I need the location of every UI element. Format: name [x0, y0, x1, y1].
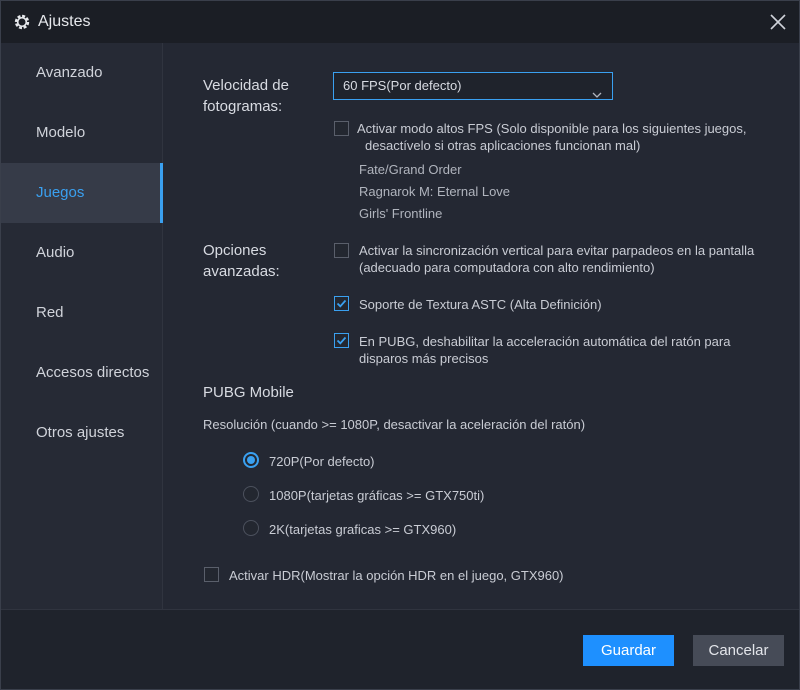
title-bar: Ajustes	[1, 1, 799, 43]
chevron-down-icon	[592, 82, 602, 98]
advanced-label-line2: avanzadas:	[203, 263, 280, 280]
astc-checkbox[interactable]	[334, 296, 349, 311]
radio-2k[interactable]	[243, 520, 259, 536]
sidebar: Avanzado Modelo Juegos Audio Red Accesos…	[1, 43, 163, 609]
sidebar-item-otros-ajustes[interactable]: Otros ajustes	[1, 403, 163, 463]
radio-720p-label: 720P(Por defecto)	[269, 454, 375, 469]
settings-content: Velocidad de fotogramas: 60 FPS(Por defe…	[164, 43, 799, 609]
vsync-checkbox[interactable]	[334, 243, 349, 258]
sidebar-item-audio[interactable]: Audio	[1, 223, 163, 283]
sidebar-item-avanzado[interactable]: Avanzado	[1, 43, 163, 103]
save-button[interactable]: Guardar	[583, 635, 674, 666]
pubg-mouse-checkbox[interactable]	[334, 333, 349, 348]
vsync-text-line1: Activar la sincronización vertical para …	[359, 243, 755, 258]
game-list-item: Girls' Frontline	[359, 206, 443, 221]
hdr-text: Activar HDR(Mostrar la opción HDR en el …	[229, 568, 564, 583]
radio-1080p[interactable]	[243, 486, 259, 502]
vsync-text-line2: (adecuado para computadora con alto rend…	[359, 260, 655, 275]
pubg-mouse-text-line1: En PUBG, deshabilitar la acceleración au…	[359, 334, 731, 349]
radio-2k-label: 2K(tarjetas graficas >= GTX960)	[269, 522, 457, 537]
high-fps-text-line1: Activar modo altos FPS (Solo disponible …	[357, 121, 747, 136]
astc-text: Soporte de Textura ASTC (Alta Definición…	[359, 297, 602, 312]
pubg-heading: PUBG Mobile	[203, 384, 294, 401]
pubg-mouse-text-line2: disparos más precisos	[359, 351, 489, 366]
sidebar-item-red[interactable]: Red	[1, 283, 163, 343]
footer-bar: Guardar Cancelar	[1, 609, 799, 689]
advanced-label-line1: Opciones	[203, 242, 267, 259]
high-fps-text-line2: desactívelo si otras aplicaciones funcio…	[365, 138, 641, 153]
game-list-item: Ragnarok M: Eternal Love	[359, 184, 511, 199]
high-fps-checkbox[interactable]	[334, 121, 349, 136]
sidebar-item-juegos[interactable]: Juegos	[1, 163, 163, 223]
close-icon[interactable]	[767, 11, 789, 33]
checkmark-icon	[336, 299, 347, 308]
window-title: Ajustes	[38, 13, 91, 30]
game-list-item: Fate/Grand Order	[359, 162, 462, 177]
checkmark-icon	[336, 336, 347, 345]
framerate-label-line1: Velocidad de	[203, 77, 289, 94]
radio-720p[interactable]	[243, 452, 259, 468]
framerate-select-value: 60 FPS(Por defecto)	[343, 78, 462, 93]
cancel-button[interactable]: Cancelar	[693, 635, 784, 666]
gear-icon	[13, 13, 31, 31]
framerate-select[interactable]: 60 FPS(Por defecto)	[333, 72, 613, 100]
framerate-label-line2: fotogramas:	[203, 98, 283, 115]
radio-1080p-label: 1080P(tarjetas gráficas >= GTX750ti)	[269, 488, 485, 503]
resolution-label: Resolución (cuando >= 1080P, desactivar …	[203, 417, 586, 432]
sidebar-item-modelo[interactable]: Modelo	[1, 103, 163, 163]
settings-window: Ajustes Avanzado Modelo Juegos Audio Red…	[0, 0, 800, 690]
sidebar-item-accesos-directos[interactable]: Accesos directos	[1, 343, 163, 403]
hdr-checkbox[interactable]	[204, 567, 219, 582]
